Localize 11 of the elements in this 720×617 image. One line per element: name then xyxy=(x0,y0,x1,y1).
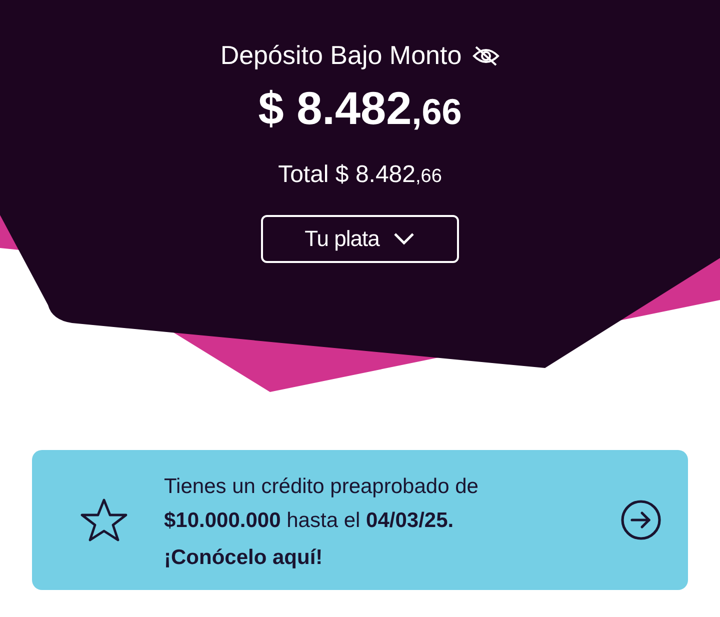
arrow-right-circle-icon[interactable] xyxy=(620,499,662,541)
total-amount: Total $ 8.482,66 xyxy=(278,161,442,189)
offer-message: Tienes un crédito preaprobado de $10.000.000 hasta el 04/03/25. xyxy=(164,474,480,534)
chevron-down-icon xyxy=(393,233,416,245)
balance-amount: $ 8.482,66 xyxy=(258,81,462,135)
offer-link[interactable]: ¡Conócelo aquí! xyxy=(164,546,584,570)
account-title: Depósito Bajo Monto xyxy=(220,40,462,71)
credit-offer-banner[interactable]: Tienes un crédito preaprobado de $10.000.000 hasta el 04/03/25. ¡Conócelo aquí! xyxy=(32,450,688,590)
eye-off-icon[interactable] xyxy=(472,44,500,66)
account-dropdown[interactable]: Tu plata xyxy=(261,215,459,263)
star-icon xyxy=(80,497,128,543)
